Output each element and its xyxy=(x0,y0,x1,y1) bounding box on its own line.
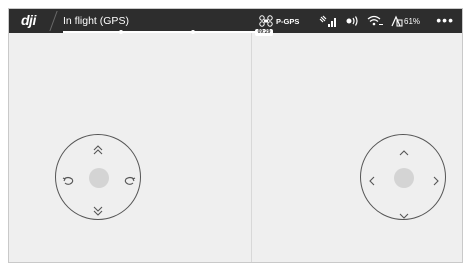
right-joystick-knob[interactable] xyxy=(394,168,414,188)
more-menu-button[interactable]: ••• xyxy=(436,13,454,27)
logo-separator xyxy=(49,11,58,31)
flight-mode-label: P-GPS xyxy=(276,16,300,26)
rotate-left-icon xyxy=(62,173,74,191)
dji-logo[interactable]: dji xyxy=(21,13,47,27)
flight-progress-bar xyxy=(63,29,273,34)
transmission-signal-icon xyxy=(345,15,359,27)
drone-icon xyxy=(259,15,273,27)
time-marker: 09:29 xyxy=(255,29,273,36)
progress-marker xyxy=(119,29,123,34)
top-status-bar: dji In flight (GPS) P-GPS 61% ••• 09:29 xyxy=(9,9,462,36)
flight-screen: dji In flight (GPS) P-GPS 61% ••• 09:29 xyxy=(8,8,463,263)
flight-mode[interactable]: P-GPS xyxy=(259,13,299,29)
left-joystick-knob[interactable] xyxy=(89,168,109,188)
progress-marker xyxy=(191,29,195,34)
signal-indicators[interactable]: 61% xyxy=(319,14,420,28)
rotate-right-icon xyxy=(124,173,136,191)
ascend-icon xyxy=(93,142,103,160)
right-joystick[interactable] xyxy=(360,134,446,220)
right-icon xyxy=(433,173,439,191)
left-joystick[interactable] xyxy=(55,134,141,220)
screen-divider xyxy=(251,33,252,262)
satellite-signal-icon xyxy=(319,15,337,27)
battery-icon xyxy=(391,15,403,27)
progress-fill xyxy=(63,31,267,33)
descend-icon xyxy=(93,203,103,221)
backward-icon xyxy=(399,206,409,224)
left-icon xyxy=(369,173,375,191)
flight-status[interactable]: In flight (GPS) xyxy=(63,15,129,27)
battery-value: 61% xyxy=(404,16,421,26)
forward-icon xyxy=(399,143,409,161)
wifi-icon xyxy=(367,15,383,27)
battery-indicator: 61% xyxy=(391,15,420,27)
